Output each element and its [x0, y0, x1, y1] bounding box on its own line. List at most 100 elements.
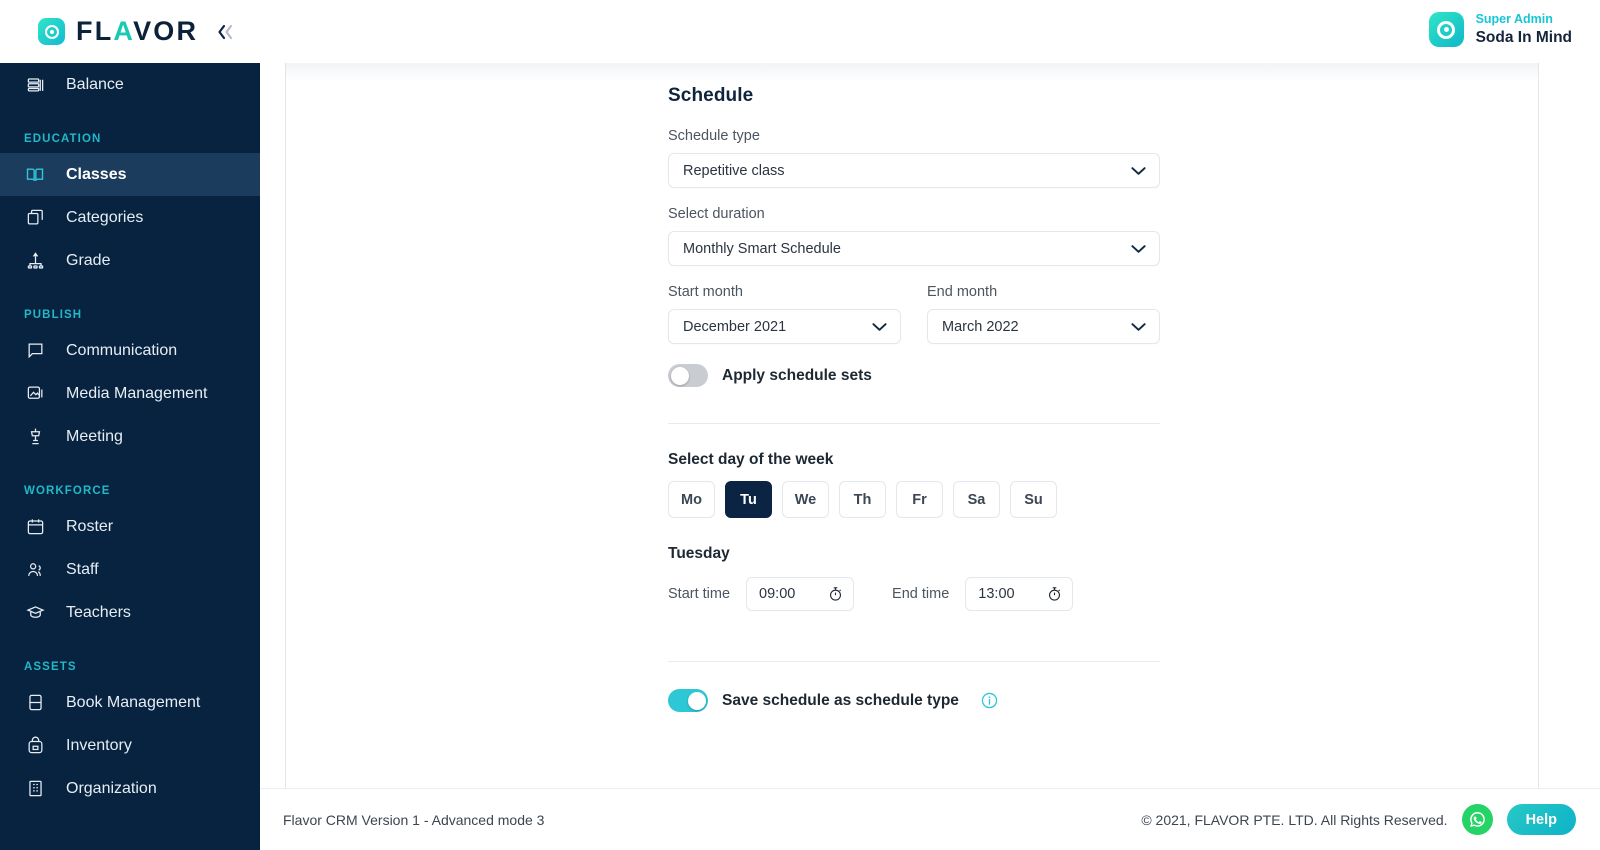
sidebar-item-inventory[interactable]: Inventory	[0, 724, 260, 767]
user-role: Super Admin	[1475, 12, 1553, 26]
duration-value: Monthly Smart Schedule	[683, 240, 841, 257]
top-bar: FLAVOR Super Admin Soda In Mind	[0, 0, 1600, 63]
sidebar-item-label: Book Management	[66, 693, 201, 711]
sidebar-item-staff[interactable]: Staff	[0, 548, 260, 591]
brand-name-prefix: FL	[76, 16, 114, 46]
day-button-su[interactable]: Su	[1010, 481, 1057, 518]
end-time-label: End time	[892, 586, 950, 602]
brand-name: FLAVOR	[76, 18, 198, 45]
page-title: Schedule	[668, 85, 754, 106]
sidebar-item-roster[interactable]: Roster	[0, 505, 260, 548]
day-detail: Tuesday Start time 09:00 End time 13:00	[668, 545, 1160, 611]
sidebar: Balance EDUCATION Classes Categories Gra…	[0, 0, 260, 850]
sidebar-item-book-management[interactable]: Book Management	[0, 681, 260, 724]
day-button-we[interactable]: We	[782, 481, 829, 518]
day-button-th[interactable]: Th	[839, 481, 886, 518]
day-picker-label: Select day of the week	[668, 451, 834, 468]
end-time-input[interactable]: 13:00	[965, 577, 1074, 611]
footer: Flavor CRM Version 1 - Advanced mode 3 ©…	[260, 788, 1600, 850]
sidebar-item-teachers[interactable]: Teachers	[0, 591, 260, 634]
sidebar-item-label: Teachers	[66, 603, 131, 621]
sidebar-item-label: Inventory	[66, 736, 132, 754]
sidebar-item-media-management[interactable]: Media Management	[0, 372, 260, 415]
apply-schedule-sets-row: Apply schedule sets	[668, 364, 1160, 387]
brand-name-suffix: VOR	[133, 16, 199, 46]
sidebar-section-publish: PUBLISH	[24, 309, 83, 321]
sidebar-item-label: Balance	[66, 75, 124, 93]
divider-2	[668, 661, 1160, 662]
sidebar-item-communication[interactable]: Communication	[0, 329, 260, 372]
save-schedule-type-label: Save schedule as schedule type	[722, 691, 959, 709]
sidebar-item-categories[interactable]: Categories	[0, 196, 260, 239]
sidebar-section-education: EDUCATION	[24, 133, 102, 145]
schedule-type-value: Repetitive class	[683, 162, 785, 179]
user-name: Soda In Mind	[1475, 28, 1572, 46]
start-month-select[interactable]: December 2021	[668, 309, 901, 344]
open-book-icon	[24, 164, 46, 186]
day-picker: Select day of the week Mo Tu We Th Fr Sa…	[668, 451, 1160, 518]
duration-label: Select duration	[668, 206, 765, 222]
content-right-divider	[1538, 63, 1539, 788]
sidebar-item-grade[interactable]: Grade	[0, 239, 260, 282]
people-icon	[24, 559, 46, 581]
info-circle-icon[interactable]	[981, 692, 998, 709]
sidebar-item-meeting[interactable]: Meeting	[0, 415, 260, 458]
user-menu[interactable]: Super Admin Soda In Mind	[1428, 12, 1572, 47]
end-month-field: End month March 2022	[927, 284, 1160, 344]
time-row: Start time 09:00 End time 13:00	[668, 577, 1160, 611]
day-button-fr[interactable]: Fr	[896, 481, 943, 518]
chevron-down-icon	[1131, 166, 1146, 176]
avatar	[1428, 12, 1464, 47]
duration-select[interactable]: Monthly Smart Schedule	[668, 231, 1160, 266]
sidebar-item-label: Media Management	[66, 384, 208, 402]
balance-stack-icon	[24, 74, 46, 96]
sidebar-item-organization[interactable]: Organization	[0, 767, 260, 810]
chevron-down-icon	[872, 322, 887, 332]
divider-1	[668, 423, 1160, 424]
chat-bubble-icon	[24, 340, 46, 362]
day-button-tu[interactable]: Tu	[725, 481, 772, 518]
target-ring-icon	[38, 18, 65, 45]
save-schedule-type-row: Save schedule as schedule type	[668, 689, 1160, 712]
end-month-select[interactable]: March 2022	[927, 309, 1160, 344]
chevron-down-icon	[1131, 244, 1146, 254]
schedule-type-field: Schedule type Repetitive class	[668, 128, 1160, 188]
image-icon	[24, 383, 46, 405]
end-month-label: End month	[927, 284, 998, 300]
help-button[interactable]: Help	[1506, 804, 1576, 835]
book-icon	[24, 692, 46, 714]
chevron-down-icon	[1131, 322, 1146, 332]
app-logo[interactable]: FLAVOR	[38, 18, 198, 45]
scroll-fade	[286, 63, 1538, 81]
sidebar-item-classes[interactable]: Classes	[0, 153, 260, 196]
sidebar-item-label: Organization	[66, 779, 157, 797]
day-buttons: Mo Tu We Th Fr Sa Su	[668, 481, 1160, 518]
whatsapp-icon[interactable]	[1461, 804, 1493, 835]
day-button-sa[interactable]: Sa	[953, 481, 1000, 518]
stopwatch-icon[interactable]	[828, 586, 843, 602]
apply-schedule-sets-toggle[interactable]	[668, 364, 708, 387]
start-time-input[interactable]: 09:00	[746, 577, 855, 611]
day-button-mo[interactable]: Mo	[668, 481, 715, 518]
double-chevron-left-icon[interactable]	[215, 23, 237, 41]
stopwatch-icon[interactable]	[1047, 586, 1062, 602]
graduation-cap-icon	[24, 602, 46, 624]
sidebar-item-label: Meeting	[66, 427, 123, 445]
content-left-gutter	[260, 63, 285, 788]
start-month-value: December 2021	[683, 318, 787, 335]
save-schedule-type-toggle[interactable]	[668, 689, 708, 712]
end-month-value: March 2022	[942, 318, 1019, 335]
schedule-form: Schedule Schedule type Repetitive class …	[668, 85, 1160, 712]
start-time-label: Start time	[668, 586, 731, 602]
brand-name-accent: A	[113, 16, 134, 46]
main-content: Schedule Schedule type Repetitive class …	[286, 63, 1538, 788]
end-time-value: 13:00	[978, 586, 1015, 602]
sidebar-item-label: Staff	[66, 560, 99, 578]
apply-schedule-sets-label: Apply schedule sets	[722, 366, 872, 384]
backpack-icon	[24, 735, 46, 757]
schedule-type-select[interactable]: Repetitive class	[668, 153, 1160, 188]
stacked-squares-icon	[24, 207, 46, 229]
sidebar-item-balance[interactable]: Balance	[0, 63, 260, 106]
sidebar-section-assets: ASSETS	[24, 661, 77, 673]
sidebar-item-label: Grade	[66, 251, 111, 269]
